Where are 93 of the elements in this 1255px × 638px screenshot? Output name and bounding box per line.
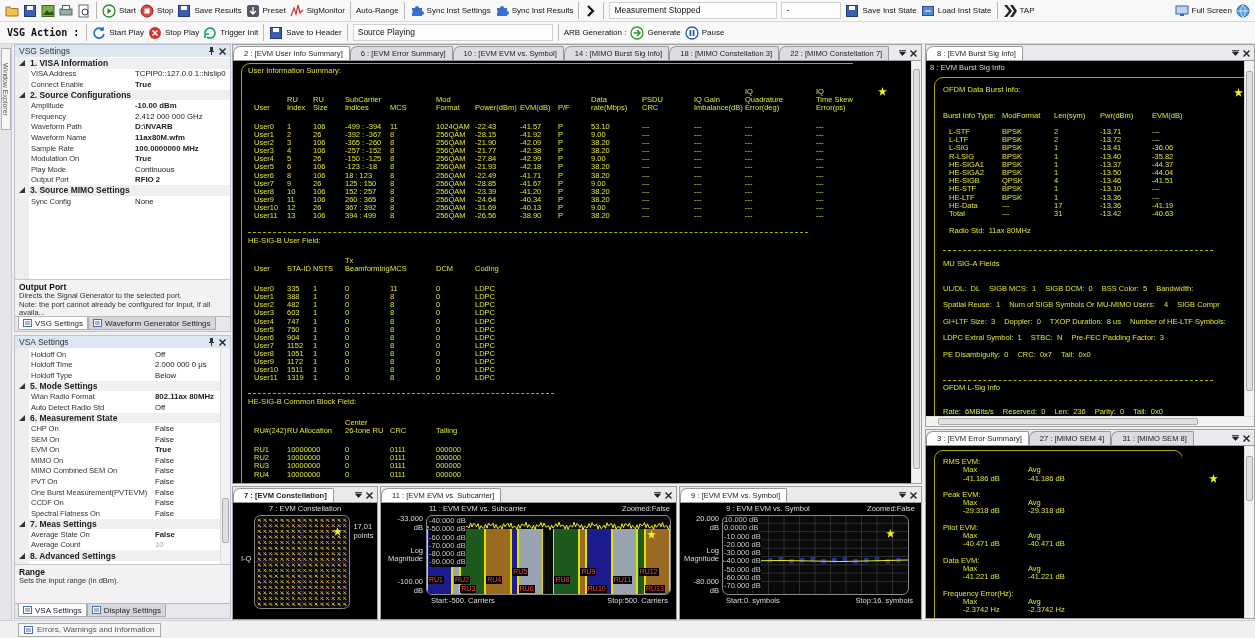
panel-tab[interactable]: Display Settings — [86, 604, 167, 617]
scrollbar[interactable] — [1244, 446, 1254, 618]
signal-icon — [289, 3, 304, 18]
expand-icon[interactable] — [19, 92, 25, 99]
toolbar-button[interactable]: Pause — [682, 23, 727, 42]
dropdown-icon[interactable] — [654, 492, 661, 498]
scrollbar[interactable] — [1244, 61, 1254, 416]
category-title: 7. Meas Settings — [30, 518, 97, 529]
toolbar-button[interactable]: ARB Generation : — [561, 23, 629, 42]
expand-icon[interactable] — [19, 520, 25, 527]
toolbar-button[interactable]: Sync Inst Settings — [407, 1, 493, 20]
status-field: Source Playing — [352, 24, 553, 41]
close-icon[interactable] — [910, 491, 917, 499]
star-icon — [886, 529, 895, 538]
scrollbar[interactable] — [911, 61, 921, 483]
pin-icon[interactable] — [208, 47, 215, 55]
download-icon — [245, 3, 260, 18]
close-icon[interactable] — [219, 338, 226, 346]
toolbar-button[interactable]: Auto-Range — [353, 1, 401, 20]
globe-icon[interactable] — [1234, 1, 1252, 20]
dropdown-icon[interactable] — [1232, 50, 1239, 56]
toolbar-button[interactable]: Stop Play — [145, 23, 202, 42]
star-icon — [333, 527, 343, 536]
toolbar-button[interactable]: TAP — [1000, 1, 1037, 20]
close-icon[interactable] — [219, 47, 226, 55]
description-title: Output Port — [19, 282, 68, 292]
save-icon — [177, 3, 192, 18]
toolbar-button[interactable]: Start Play — [90, 23, 146, 42]
stop-icon — [139, 3, 154, 18]
scrollbar[interactable] — [926, 416, 1254, 426]
dropdown-icon[interactable] — [899, 492, 906, 498]
toolbar-button[interactable]: Stop — [137, 1, 176, 20]
panel-tab[interactable]: VSG Settings — [18, 317, 89, 330]
dropdown-icon[interactable] — [355, 492, 362, 498]
pin-icon[interactable] — [208, 338, 215, 346]
expand-icon[interactable] — [19, 60, 25, 67]
play-icon — [102, 3, 116, 18]
puzzle-icon — [494, 3, 509, 18]
monitor-icon — [1174, 3, 1189, 18]
close-icon[interactable] — [1243, 49, 1250, 57]
panel-tab[interactable]: Waveform Generator Settings — [88, 317, 216, 330]
panel-title: VSA Settings — [19, 337, 70, 347]
list-icon — [91, 606, 101, 614]
toolbar-button[interactable]: Save Inst State — [843, 1, 919, 20]
category-title: 5. Mode Settings — [30, 381, 98, 392]
close-icon[interactable] — [910, 49, 917, 57]
save-icon — [269, 25, 284, 40]
star-icon — [1234, 88, 1243, 97]
category-title: 8. Advanced Settings — [30, 550, 116, 561]
status-field: - — [781, 2, 842, 19]
panel-title: VSG Settings — [19, 46, 72, 56]
arrow-icon — [630, 25, 645, 40]
category-title: 1. VISA Information — [30, 58, 109, 69]
puzzle-icon — [409, 3, 424, 18]
expand-icon[interactable] — [19, 187, 25, 194]
toolbar-title: VSG Action : — [6, 27, 81, 38]
expand-icon[interactable] — [19, 383, 25, 390]
list-icon — [23, 319, 32, 327]
toolbar-button[interactable]: Start — [100, 1, 138, 20]
close-icon[interactable] — [1243, 434, 1250, 442]
list-icon — [23, 606, 32, 614]
trigger-icon — [203, 25, 218, 40]
star-icon — [877, 87, 887, 96]
category-title: 3. Source MIMO Settings — [30, 185, 130, 196]
toolbar-button[interactable]: SigMonitor — [287, 1, 347, 20]
close-icon[interactable] — [665, 491, 672, 499]
output-tab[interactable]: Errors, Warnings and Information — [18, 622, 161, 637]
star-icon — [1208, 474, 1218, 483]
expand-icon[interactable] — [19, 414, 25, 421]
list-icon — [93, 319, 103, 327]
toolbar-button[interactable]: Save to Header — [267, 23, 344, 42]
toolbar-button[interactable]: Sync Inst Results — [492, 1, 576, 20]
star-icon — [647, 530, 656, 539]
category-title: 6. Measurement State — [30, 412, 118, 423]
toolbar-button[interactable]: Full Screen — [1172, 1, 1234, 20]
toolbar-button[interactable]: Preset — [243, 1, 288, 20]
dropdown-icon[interactable] — [899, 50, 906, 56]
save-icon — [845, 3, 860, 18]
scrollbar[interactable] — [220, 348, 230, 564]
dropdown-icon[interactable] — [1232, 435, 1239, 441]
toolbar-button[interactable]: Save Results — [175, 1, 244, 20]
list-icon — [24, 625, 33, 634]
toolbar-button[interactable]: Generate — [628, 23, 683, 42]
toolbar-button[interactable]: Load Inst State — [918, 1, 994, 20]
toolbar-button[interactable]: Trigger Init — [201, 23, 261, 42]
panel-tab[interactable]: VSA Settings — [18, 604, 87, 617]
pause-icon — [684, 25, 699, 40]
description-title: Range — [19, 567, 45, 577]
refresh-icon — [92, 25, 107, 40]
close-icon[interactable] — [366, 491, 373, 499]
category-title: 2. Source Configurations — [30, 90, 132, 101]
status-field: Measurement Stopped — [609, 2, 778, 19]
expand-icon[interactable] — [19, 552, 25, 559]
